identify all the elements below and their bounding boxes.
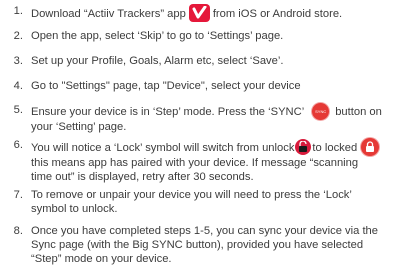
step-number: 7. [13, 189, 23, 201]
step-line: this means app has paired with your devi… [31, 157, 359, 169]
step-line: your ‘Setting’ page. [31, 121, 127, 133]
step-number: 4. [13, 80, 23, 92]
step-number: 2. [13, 30, 23, 42]
step-line: Download “Actiiv Trackers” app from iOS o… [31, 4, 415, 22]
step-text: Set up your Profile, Goals, Alarm etc, s… [31, 54, 415, 68]
text-segment: button on [335, 106, 382, 118]
step-line: Open the app, select ‘Skip’ to go to ‘Se… [31, 30, 284, 42]
step-number: 6. [13, 139, 23, 151]
step-line: “Step” mode on your device. [31, 253, 172, 265]
step-line: You will notice a ‘Lock’ symbol will swi… [31, 138, 415, 156]
step-line: time out” is displayed, retry after 30 s… [31, 171, 254, 183]
text-segment: You will notice a ‘Lock’ symbol will swi… [31, 142, 295, 154]
locked-icon [361, 138, 380, 156]
step-line: symbol to unlock. [31, 203, 118, 215]
step-line: Once you have completed steps 1-5, you c… [31, 225, 379, 237]
text-segment: Ensure your device is in ‘Step’ mode. Pr… [31, 106, 305, 118]
step-text: Go to "Settings" page, tap "Device", sel… [31, 79, 415, 93]
step-line: Go to "Settings" page, tap "Device", sel… [31, 80, 301, 92]
step-text: Ensure your device is in ‘Step’ mode. Pr… [31, 103, 415, 134]
step-text: Once you have completed steps 1-5, you c… [31, 224, 415, 266]
step-line: Set up your Profile, Goals, Alarm etc, s… [31, 55, 284, 67]
text-segment: from iOS or Android store. [212, 8, 343, 20]
step-number: 1. [13, 5, 23, 17]
step-text: To remove or unpair your device you will… [31, 188, 415, 216]
step-number: 8. [13, 225, 23, 237]
unlock-icon [295, 139, 312, 155]
step-line: Sync page (with the Big SYNC button), pr… [31, 239, 364, 251]
text-segment: Download “Actiiv Trackers” app [31, 8, 186, 20]
step-line: Ensure your device is in ‘Step’ mode. Pr… [31, 103, 415, 120]
step-number: 3. [13, 55, 23, 67]
instructions-document: 1. Download “Actiiv Trackers” app from iO… [0, 0, 419, 272]
step-text: Open the app, select ‘Skip’ to go to ‘Se… [31, 29, 415, 43]
actiiv-app-icon [188, 4, 210, 22]
step-text: Download “Actiiv Trackers” app from iOS o… [31, 4, 415, 22]
sync-button-icon: SYNC [312, 103, 330, 120]
sync-icon-label: SYNC [315, 109, 327, 114]
step-line: To remove or unpair your device you will… [31, 189, 352, 201]
text-segment: to locked [312, 142, 358, 154]
step-text: You will notice a ‘Lock’ symbol will swi… [31, 138, 415, 184]
step-number: 5. [13, 104, 23, 116]
